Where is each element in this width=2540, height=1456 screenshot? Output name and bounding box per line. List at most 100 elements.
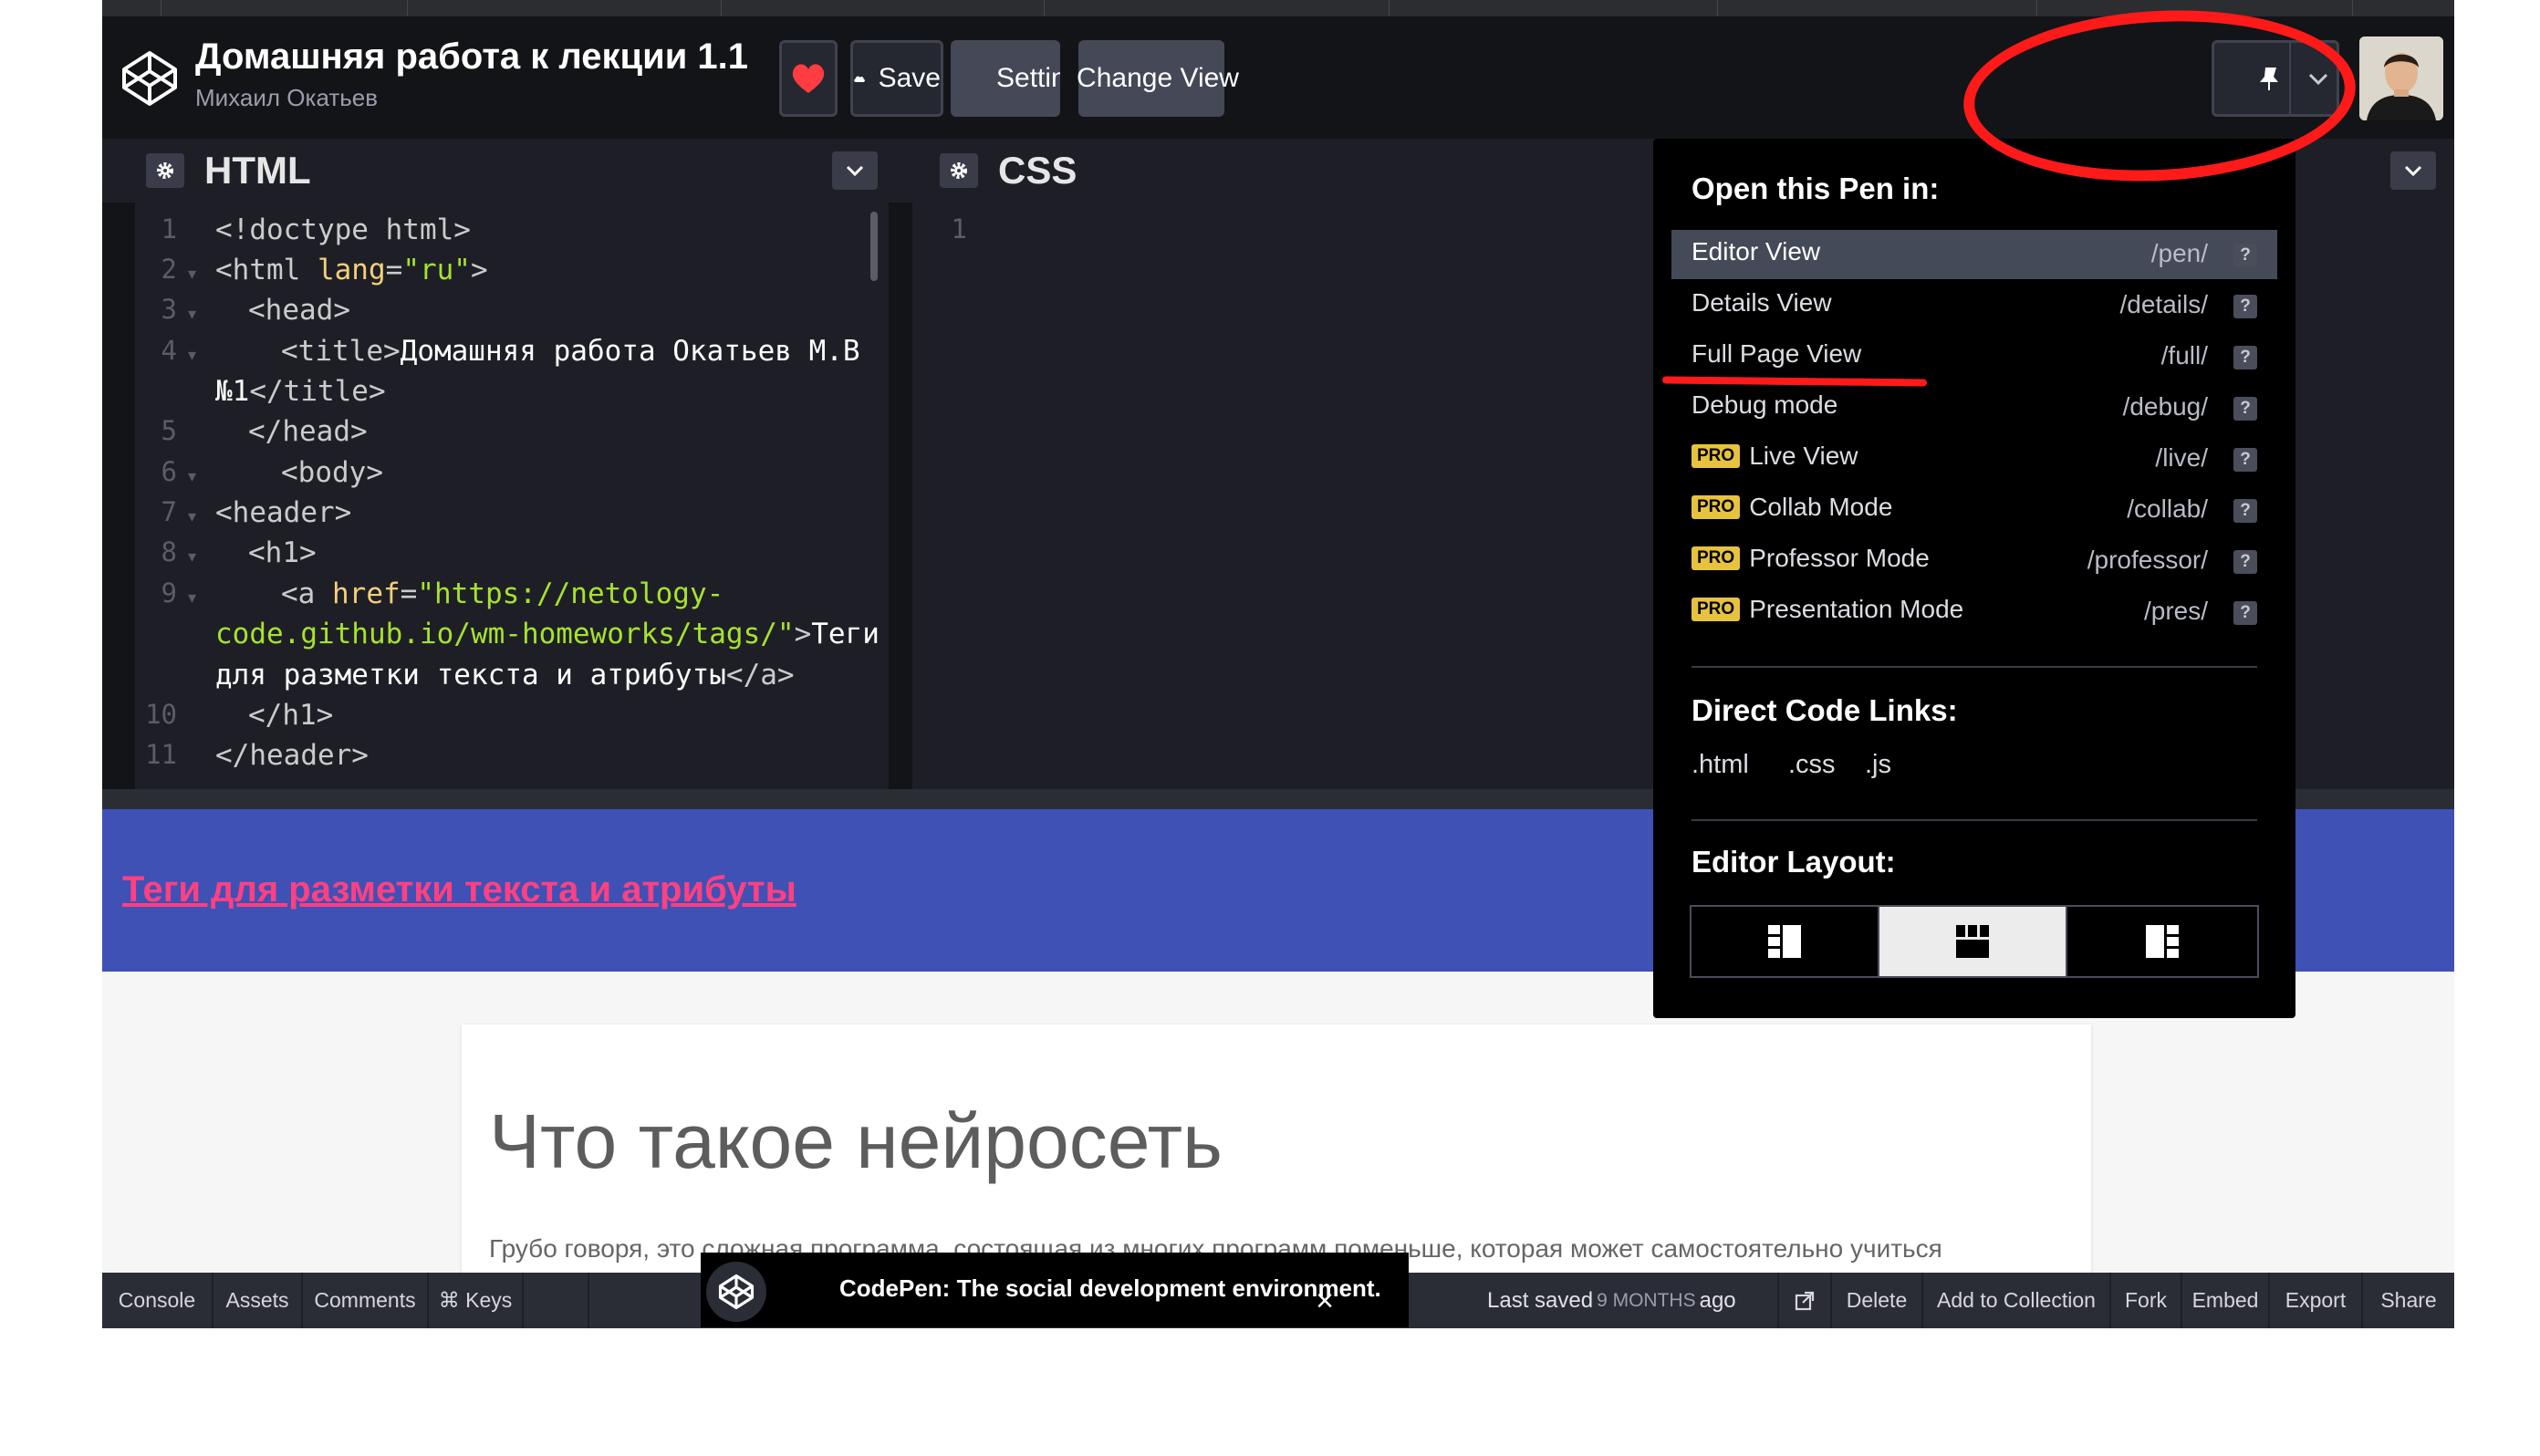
fold-toggle[interactable]: ▾ [188, 467, 196, 486]
code-line: <head> [248, 290, 350, 330]
direct-link-css[interactable]: .css [1788, 750, 1836, 780]
settings-button[interactable]: Settings [951, 40, 1060, 117]
help-icon[interactable]: ? [2233, 601, 2257, 625]
help-icon[interactable]: ? [2233, 244, 2257, 267]
settings-label: Settings [996, 63, 1060, 93]
html-settings-button[interactable] [146, 153, 184, 188]
help-icon[interactable]: ? [2233, 346, 2257, 369]
html-editor[interactable]: 1 2 3 4 5 6 7 8 9 10 11 ▾ ▾ ▾ ▾ ▾ ▾ ▾ <!… [102, 203, 912, 789]
code-line: <header> [215, 493, 351, 533]
line-number: 1 [951, 213, 967, 244]
share-button[interactable]: Share [2363, 1273, 2454, 1328]
heart-icon [792, 64, 825, 93]
code-token: > [794, 618, 812, 650]
code-line: </header> [215, 735, 369, 775]
comments-button[interactable]: Comments [303, 1273, 429, 1328]
html-pane-title: HTML [204, 149, 311, 192]
view-option-label: PRO Collab Mode [1692, 493, 1892, 522]
editor-gutter-edge [102, 203, 135, 789]
browser-tab[interactable] [1044, 0, 1045, 16]
code-token: code.github.io/wm-homeworks/tags/" [215, 618, 795, 650]
close-icon[interactable]: × [1306, 1283, 1343, 1319]
css-settings-button[interactable] [940, 153, 978, 188]
view-option-path: /full/ [2160, 341, 2208, 369]
view-option-path: /pres/ [2143, 597, 2208, 625]
view-option-full-page[interactable]: Full Page View /full/ ? [1671, 332, 2277, 381]
fold-toggle[interactable]: ▾ [188, 507, 196, 526]
open-external-button[interactable] [1777, 1273, 1832, 1328]
change-view-button[interactable]: Change View [1077, 40, 1239, 117]
preview-article-card: Что такое нейросеть Грубо говоря, это сл… [462, 1024, 2091, 1273]
code-token: <h1> [248, 536, 317, 569]
pen-author[interactable]: Михаил Окатьев [195, 84, 378, 112]
line-number: 1 [161, 213, 177, 244]
external-link-icon [1795, 1291, 1815, 1310]
line-number: 3 [161, 294, 177, 325]
layout-left-icon [1768, 925, 1801, 958]
browser-tab[interactable] [1389, 0, 1390, 16]
fold-toggle[interactable]: ▾ [188, 346, 196, 365]
help-icon[interactable]: ? [2233, 499, 2257, 523]
css-collapse-button[interactable] [2390, 151, 2436, 190]
view-option-path: /debug/ [2122, 392, 2208, 421]
browser-tab[interactable] [407, 0, 408, 16]
view-option-live[interactable]: PRO Live View /live/ ? [1671, 434, 2277, 484]
last-saved-status: Last saved 9 MONTHS ago [1487, 1273, 1736, 1328]
preview-header-link[interactable]: Теги для разметки текста и атрибуты [122, 869, 796, 910]
direct-link-js[interactable]: .js [1865, 750, 1891, 780]
preview-article-title: Что такое нейросеть [489, 1098, 1223, 1184]
embed-button[interactable]: Embed [2182, 1273, 2270, 1328]
fold-toggle[interactable]: ▾ [188, 588, 196, 608]
view-option-path: /collab/ [2127, 494, 2208, 523]
export-button[interactable]: Export [2270, 1273, 2363, 1328]
view-option-collab[interactable]: PRO Collab Mode /collab/ ? [1671, 485, 2277, 535]
browser-tab[interactable] [2036, 0, 2037, 16]
help-icon[interactable]: ? [2233, 448, 2257, 472]
code-token: <header> [215, 496, 352, 529]
code-token: </a> [725, 659, 795, 692]
divider [1692, 666, 2257, 668]
save-button[interactable]: Save [850, 40, 943, 117]
avatar[interactable] [2359, 36, 2443, 120]
love-button[interactable] [779, 40, 838, 117]
css-pane-title: CSS [998, 149, 1077, 192]
html-collapse-button[interactable] [832, 151, 878, 190]
fold-toggle[interactable]: ▾ [188, 305, 196, 324]
layout-top-button[interactable] [1878, 905, 2067, 978]
help-icon[interactable]: ? [2233, 295, 2257, 318]
codepen-logo-icon[interactable] [120, 49, 179, 108]
pen-title[interactable]: Домашняя работа к лекции 1.1 [195, 36, 748, 78]
chevron-down-icon [846, 165, 864, 177]
help-icon[interactable]: ? [2233, 397, 2257, 421]
view-option-details[interactable]: Details View /details/ ? [1671, 281, 2277, 330]
browser-tab[interactable] [2352, 0, 2353, 16]
console-button[interactable]: Console [102, 1273, 213, 1328]
html-scrollbar[interactable] [870, 212, 878, 281]
delete-button[interactable]: Delete [1832, 1273, 1923, 1328]
code-line: </head> [248, 411, 368, 452]
code-token: </title> [249, 375, 386, 408]
layout-left-button[interactable] [1690, 905, 1879, 978]
direct-link-html[interactable]: .html [1692, 750, 1749, 780]
view-option-presentation[interactable]: PRO Presentation Mode /pres/ ? [1671, 588, 2277, 637]
fork-button[interactable]: Fork [2111, 1273, 2182, 1328]
code-line: для разметки текста и атрибуты</a> [215, 655, 795, 695]
line-number: 4 [161, 335, 177, 366]
toast-message: CodePen: The social development environm… [839, 1274, 1381, 1302]
view-option-editor[interactable]: Editor View /pen/ ? [1671, 230, 2277, 279]
fold-toggle[interactable]: ▾ [188, 265, 196, 284]
assets-button[interactable]: Assets [213, 1273, 303, 1328]
keys-button[interactable]: ⌘ Keys [429, 1273, 524, 1328]
add-to-collection-button[interactable]: Add to Collection [1923, 1273, 2111, 1328]
view-option-professor[interactable]: PRO Professor Mode /professor/ ? [1671, 536, 2277, 586]
code-line: <a href="https://netology- [281, 574, 723, 614]
fold-toggle[interactable]: ▾ [188, 547, 196, 567]
pane-divider[interactable] [889, 203, 912, 789]
browser-tab[interactable] [1717, 0, 1718, 16]
code-token: <html [215, 254, 318, 286]
help-icon[interactable]: ? [2233, 550, 2257, 574]
layout-right-button[interactable] [2066, 905, 2259, 978]
code-line: </h1> [248, 695, 333, 735]
view-option-debug[interactable]: Debug mode /debug/ ? [1671, 383, 2277, 432]
browser-tab[interactable] [721, 0, 722, 16]
